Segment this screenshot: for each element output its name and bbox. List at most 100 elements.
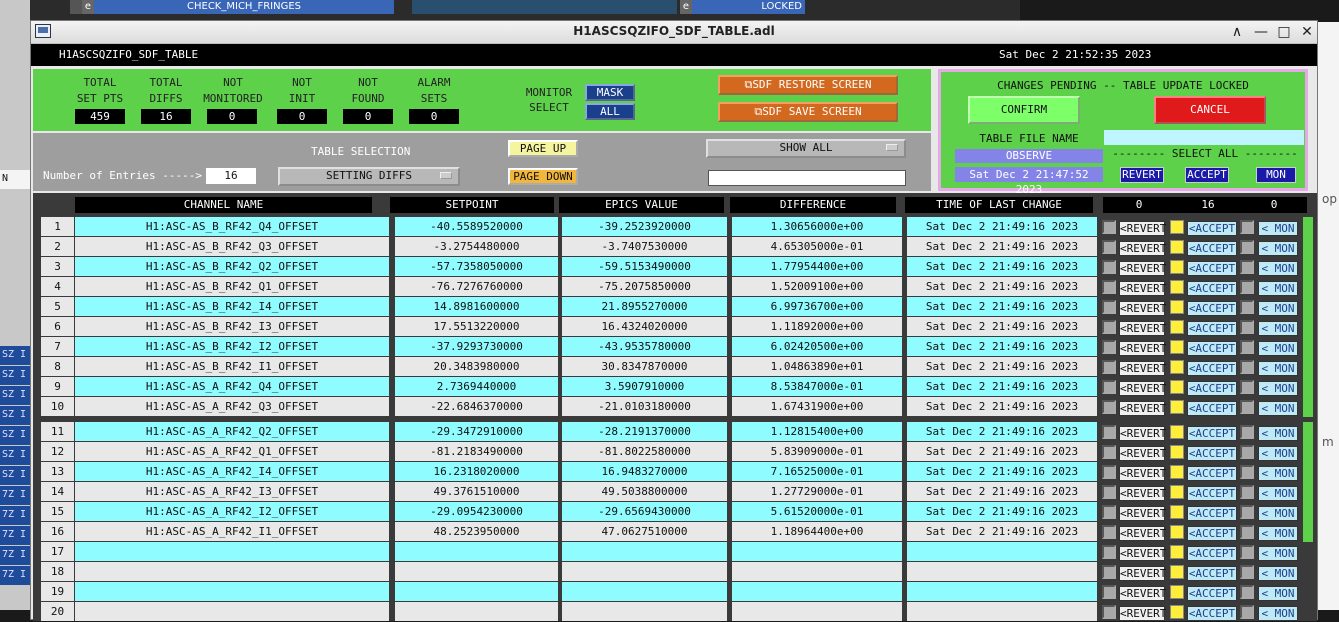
accept-button[interactable]: <ACCEPT — [1187, 546, 1237, 561]
accept-button[interactable]: <ACCEPT — [1187, 506, 1237, 521]
page-down-button[interactable]: PAGE DOWN — [508, 168, 578, 185]
revert-checkbox[interactable] — [1102, 545, 1116, 559]
mon-button[interactable]: < MON — [1258, 566, 1298, 581]
mon-button[interactable]: < MON — [1258, 341, 1298, 356]
revert-checkbox[interactable] — [1102, 565, 1116, 579]
mon-button[interactable]: < MON — [1258, 281, 1298, 296]
revert-checkbox[interactable] — [1102, 380, 1116, 394]
mon-button[interactable]: < MON — [1258, 241, 1298, 256]
mon-checkbox[interactable] — [1240, 360, 1254, 374]
accept-button[interactable]: <ACCEPT — [1187, 361, 1237, 376]
revert-button[interactable]: <REVERT — [1119, 361, 1166, 376]
mon-button[interactable]: < MON — [1258, 301, 1298, 316]
revert-button[interactable]: <REVERT — [1119, 546, 1166, 561]
select-all-accept-button[interactable]: ACCEPT — [1185, 167, 1229, 183]
channel-filter-input[interactable] — [708, 170, 906, 186]
mon-button[interactable]: < MON — [1258, 426, 1298, 441]
bg-button-locked[interactable]: LOCKED — [692, 0, 805, 14]
revert-button[interactable]: <REVERT — [1119, 321, 1166, 336]
mon-checkbox[interactable] — [1240, 485, 1254, 499]
table-file-name-field[interactable] — [1104, 130, 1304, 145]
accept-button[interactable]: <ACCEPT — [1187, 341, 1237, 356]
accept-button[interactable]: <ACCEPT — [1187, 446, 1237, 461]
revert-checkbox[interactable] — [1102, 220, 1116, 234]
accept-button[interactable]: <ACCEPT — [1187, 526, 1237, 541]
revert-checkbox[interactable] — [1102, 240, 1116, 254]
revert-checkbox[interactable] — [1102, 360, 1116, 374]
sdf-save-button[interactable]: ⧉SDF SAVE SCREEN — [718, 102, 898, 122]
mon-checkbox[interactable] — [1240, 525, 1254, 539]
mon-checkbox[interactable] — [1240, 300, 1254, 314]
cancel-button[interactable]: CANCEL — [1154, 96, 1266, 124]
mon-button[interactable]: < MON — [1258, 486, 1298, 501]
mon-checkbox[interactable] — [1240, 260, 1254, 274]
mon-checkbox[interactable] — [1240, 380, 1254, 394]
revert-button[interactable]: <REVERT — [1119, 526, 1166, 541]
mon-button[interactable]: < MON — [1258, 446, 1298, 461]
revert-button[interactable]: <REVERT — [1119, 446, 1166, 461]
revert-checkbox[interactable] — [1102, 605, 1116, 619]
revert-button[interactable]: <REVERT — [1119, 241, 1166, 256]
mon-checkbox[interactable] — [1240, 585, 1254, 599]
monitor-all-button[interactable]: ALL — [585, 103, 635, 120]
mon-checkbox[interactable] — [1240, 445, 1254, 459]
accept-button[interactable]: <ACCEPT — [1187, 281, 1237, 296]
mon-button[interactable]: < MON — [1258, 526, 1298, 541]
accept-button[interactable]: <ACCEPT — [1187, 466, 1237, 481]
revert-button[interactable]: <REVERT — [1119, 566, 1166, 581]
shade-icon[interactable]: ∧ — [1228, 23, 1246, 41]
mon-button[interactable]: < MON — [1258, 401, 1298, 416]
revert-button[interactable]: <REVERT — [1119, 261, 1166, 276]
revert-button[interactable]: <REVERT — [1119, 281, 1166, 296]
revert-button[interactable]: <REVERT — [1119, 586, 1166, 601]
accept-button[interactable]: <ACCEPT — [1187, 261, 1237, 276]
monitor-mask-button[interactable]: MASK — [585, 84, 635, 101]
select-all-revert-button[interactable]: REVERT — [1120, 167, 1164, 183]
mon-checkbox[interactable] — [1240, 400, 1254, 414]
minimize-icon[interactable]: — — [1252, 23, 1270, 41]
revert-checkbox[interactable] — [1102, 585, 1116, 599]
accept-button[interactable]: <ACCEPT — [1187, 606, 1237, 621]
mon-checkbox[interactable] — [1240, 565, 1254, 579]
sdf-restore-button[interactable]: ⧉SDF RESTORE SCREEN — [718, 75, 898, 95]
revert-checkbox[interactable] — [1102, 260, 1116, 274]
mon-checkbox[interactable] — [1240, 340, 1254, 354]
accept-button[interactable]: <ACCEPT — [1187, 381, 1237, 396]
mon-checkbox[interactable] — [1240, 465, 1254, 479]
mon-checkbox[interactable] — [1240, 425, 1254, 439]
revert-checkbox[interactable] — [1102, 425, 1116, 439]
mon-checkbox[interactable] — [1240, 605, 1254, 619]
mon-checkbox[interactable] — [1240, 320, 1254, 334]
accept-button[interactable]: <ACCEPT — [1187, 301, 1237, 316]
revert-button[interactable]: <REVERT — [1119, 606, 1166, 621]
revert-checkbox[interactable] — [1102, 300, 1116, 314]
select-all-mon-button[interactable]: MON — [1256, 167, 1296, 183]
mon-button[interactable]: < MON — [1258, 321, 1298, 336]
revert-checkbox[interactable] — [1102, 465, 1116, 479]
mon-button[interactable]: < MON — [1258, 466, 1298, 481]
revert-checkbox[interactable] — [1102, 445, 1116, 459]
accept-button[interactable]: <ACCEPT — [1187, 426, 1237, 441]
mon-checkbox[interactable] — [1240, 240, 1254, 254]
revert-button[interactable]: <REVERT — [1119, 221, 1166, 236]
close-icon[interactable]: ✕ — [1298, 23, 1316, 41]
revert-checkbox[interactable] — [1102, 340, 1116, 354]
mon-checkbox[interactable] — [1240, 280, 1254, 294]
revert-button[interactable]: <REVERT — [1119, 381, 1166, 396]
window-titlebar[interactable]: H1ASCSQZIFO_SDF_TABLE.adl ∧ — □ ✕ — [31, 21, 1317, 44]
revert-button[interactable]: <REVERT — [1119, 341, 1166, 356]
confirm-button[interactable]: CONFIRM — [968, 96, 1080, 124]
show-filter-menu[interactable]: SHOW ALL — [706, 139, 906, 158]
mon-button[interactable]: < MON — [1258, 546, 1298, 561]
mon-checkbox[interactable] — [1240, 545, 1254, 559]
revert-button[interactable]: <REVERT — [1119, 466, 1166, 481]
bg-button-check-mich-fringes[interactable]: CHECK_MICH_FRINGES — [94, 0, 394, 14]
mon-button[interactable]: < MON — [1258, 381, 1298, 396]
table-selection-menu[interactable]: SETTING DIFFS — [278, 167, 460, 186]
accept-button[interactable]: <ACCEPT — [1187, 401, 1237, 416]
revert-button[interactable]: <REVERT — [1119, 401, 1166, 416]
revert-checkbox[interactable] — [1102, 525, 1116, 539]
mon-button[interactable]: < MON — [1258, 586, 1298, 601]
revert-button[interactable]: <REVERT — [1119, 506, 1166, 521]
accept-button[interactable]: <ACCEPT — [1187, 241, 1237, 256]
